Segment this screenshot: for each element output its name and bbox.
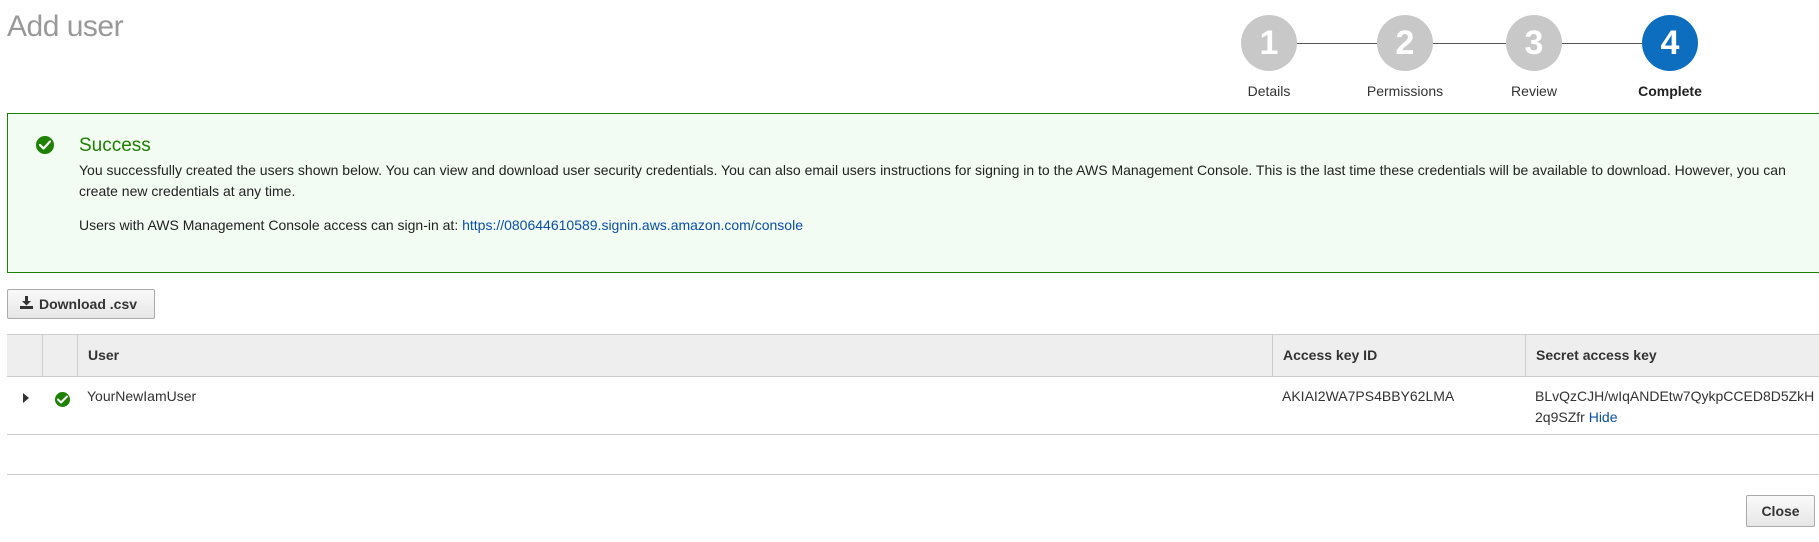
- secret-key-line2: 2q9SZfr: [1535, 409, 1585, 425]
- check-circle-icon: [55, 392, 70, 407]
- wizard-stepper: 1 Details 2 Permissions 3 Review 4 Compl…: [1240, 15, 1780, 105]
- check-circle-icon: [36, 136, 54, 154]
- step-details: 1 Details: [1209, 15, 1329, 99]
- step-label: Complete: [1638, 83, 1702, 99]
- download-csv-button[interactable]: Download .csv: [7, 289, 155, 319]
- expand-column-header: [7, 335, 42, 376]
- page-title: Add user: [7, 10, 124, 43]
- step-number: 2: [1377, 15, 1433, 71]
- access-key-column-header[interactable]: Access key ID: [1272, 335, 1525, 376]
- step-label: Review: [1511, 83, 1557, 99]
- hide-secret-link[interactable]: Hide: [1589, 409, 1618, 425]
- status-column-header: [42, 335, 77, 376]
- secret-key-line2-wrap: 2q9SZfr Hide: [1535, 407, 1819, 428]
- secret-key-line1: BLvQzCJH/wIqANDEtw7QykpCCED8D5ZkH: [1535, 388, 1815, 404]
- table-header: User Access key ID Secret access key: [7, 334, 1819, 377]
- alert-title: Success: [79, 135, 151, 156]
- signin-url-link[interactable]: https://080644610589.signin.aws.amazon.c…: [462, 217, 803, 233]
- expand-caret-icon[interactable]: [23, 393, 29, 403]
- step-label: Details: [1247, 83, 1291, 99]
- step-permissions: 2 Permissions: [1345, 15, 1465, 99]
- download-icon: [20, 290, 33, 318]
- step-label: Permissions: [1366, 83, 1444, 99]
- user-column-header[interactable]: User: [77, 335, 1272, 376]
- step-number: 3: [1506, 15, 1562, 71]
- step-complete: 4 Complete: [1610, 15, 1730, 99]
- secret-key-cell: BLvQzCJH/wIqANDEtw7QykpCCED8D5ZkH 2q9SZf…: [1525, 377, 1819, 428]
- step-number: 4: [1642, 15, 1698, 71]
- alert-message: You successfully created the users shown…: [79, 162, 1786, 199]
- signin-info: Users with AWS Management Console access…: [79, 217, 803, 233]
- table-row: YourNewIamUser AKIAI2WA7PS4BBY62LMA BLvQ…: [7, 377, 1819, 435]
- user-cell: YourNewIamUser: [87, 388, 197, 404]
- close-button[interactable]: Close: [1746, 495, 1815, 527]
- step-number: 1: [1241, 15, 1297, 71]
- signin-prefix: Users with AWS Management Console access…: [79, 217, 463, 233]
- secret-key-column-header[interactable]: Secret access key: [1525, 335, 1819, 376]
- download-csv-label: Download .csv: [39, 296, 138, 312]
- credentials-table: User Access key ID Secret access key You…: [7, 334, 1819, 435]
- success-alert: Success You successfully created the use…: [7, 113, 1819, 273]
- access-key-cell: AKIAI2WA7PS4BBY62LMA: [1282, 388, 1455, 404]
- footer-divider: [7, 474, 1819, 475]
- step-review: 3 Review: [1474, 15, 1594, 99]
